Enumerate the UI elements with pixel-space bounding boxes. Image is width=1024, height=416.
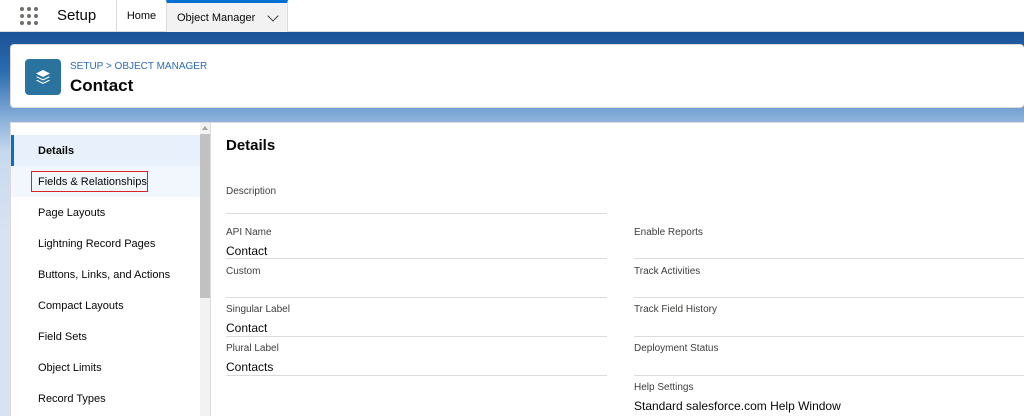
sidebar-item-label: Lightning Record Pages (38, 237, 156, 250)
sidebar-item-label: Field Sets (38, 330, 87, 343)
object-header: SETUP > OBJECT MANAGER Contact (10, 44, 1024, 108)
divider (226, 336, 607, 337)
divider (634, 336, 1024, 337)
page-title: Contact (70, 76, 134, 95)
field-value-api-name: Contact (226, 244, 268, 258)
stack-layers-icon (25, 59, 61, 95)
divider (634, 375, 1024, 376)
field-label-api-name: API Name (226, 227, 272, 238)
details-panel: Details Description API Name Contact Cus… (211, 122, 1024, 416)
divider (226, 297, 607, 298)
sidebar-item-details[interactable]: Details (11, 135, 200, 166)
divider (634, 258, 1024, 259)
section-title: Details (226, 137, 276, 154)
field-label-enable-reports: Enable Reports (634, 227, 703, 238)
field-label-help-settings: Help Settings (634, 382, 694, 393)
field-value-help-settings: Standard salesforce.com Help Window (634, 399, 841, 413)
highlight-box (31, 171, 148, 192)
sidebar-item-label: Compact Layouts (38, 299, 124, 312)
object-sidebar: Details Fields & Relationships Page Layo… (10, 122, 211, 416)
sidebar-item-compact-layouts[interactable]: Compact Layouts (11, 290, 200, 321)
field-label-deployment-status: Deployment Status (634, 343, 719, 354)
sidebar-scrollbar-thumb[interactable] (200, 134, 210, 298)
field-value-plural-label: Contacts (226, 360, 274, 374)
sidebar-item-label: Record Types (38, 392, 106, 405)
sidebar-item-page-layouts[interactable]: Page Layouts (11, 197, 200, 228)
sidebar-item-label: Buttons, Links, and Actions (38, 268, 171, 281)
description-label: Description (226, 186, 277, 197)
scroll-up-arrow-icon[interactable] (202, 126, 208, 130)
sidebar-item-fields-relationships[interactable]: Fields & Relationships (11, 166, 200, 197)
sidebar-item-record-types[interactable]: Record Types (11, 383, 200, 414)
global-nav: Setup Home Object Manager (0, 0, 1024, 32)
field-label-singular-label: Singular Label (226, 304, 290, 315)
chevron-down-icon[interactable] (267, 10, 279, 22)
divider (226, 213, 607, 214)
field-value-singular-label: Contact (226, 321, 268, 335)
divider (226, 375, 607, 376)
sidebar-item-label: Object Limits (38, 361, 102, 374)
sidebar-item-label: Details (38, 144, 75, 157)
breadcrumb[interactable]: SETUP > OBJECT MANAGER (70, 61, 207, 72)
field-label-plural-label: Plural Label (226, 343, 279, 354)
field-label-track-field-history: Track Field History (634, 304, 717, 315)
field-label-track-activities: Track Activities (634, 266, 701, 277)
divider (634, 297, 1024, 298)
tab-object-manager[interactable]: Object Manager (166, 0, 288, 32)
app-name: Setup (57, 7, 97, 24)
sidebar-item-lightning-record-pages[interactable]: Lightning Record Pages (11, 228, 200, 259)
sidebar-item-field-sets[interactable]: Field Sets (11, 321, 200, 352)
divider (226, 258, 607, 259)
tab-object-manager-label: Object Manager (177, 11, 256, 24)
sidebar-item-label: Page Layouts (38, 206, 106, 219)
tab-home[interactable]: Home (116, 0, 166, 32)
field-label-custom: Custom (226, 266, 261, 277)
app-launcher-icon[interactable] (20, 7, 38, 25)
sidebar-item-object-limits[interactable]: Object Limits (11, 352, 200, 383)
sidebar-item-buttons-links-actions[interactable]: Buttons, Links, and Actions (11, 259, 200, 290)
